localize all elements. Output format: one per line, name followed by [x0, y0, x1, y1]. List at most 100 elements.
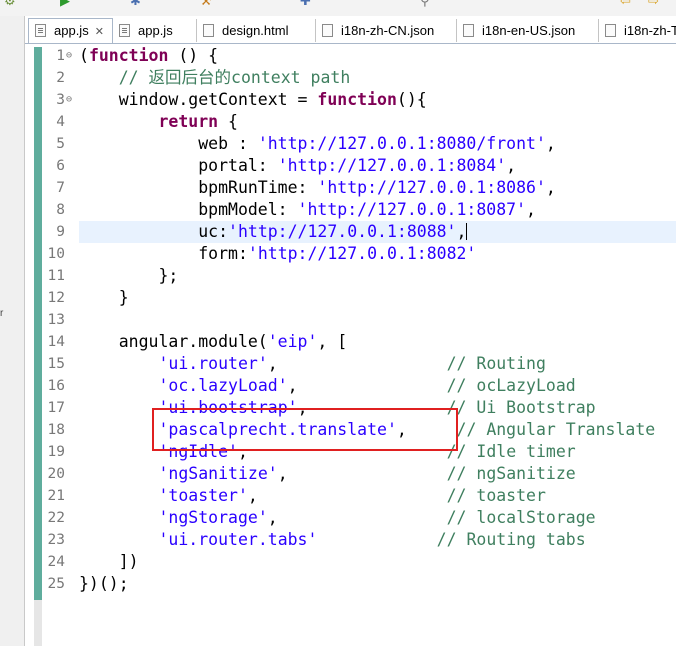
code-line[interactable]: 'ngSanitize', // ngSanitize [79, 463, 676, 485]
string-token: 'http://127.0.0.1:8086' [317, 178, 546, 197]
tab-label: app.js [138, 23, 173, 38]
code-line[interactable]: uc:'http://127.0.0.1:8088', [79, 221, 676, 243]
code-line[interactable]: 'toaster', // toaster [79, 485, 676, 507]
new-icon[interactable]: ✚ [300, 0, 311, 10]
keyword-token: function [317, 90, 397, 109]
code-line[interactable]: 'ngStorage', // localStorage [79, 507, 676, 529]
code-token: , [287, 376, 447, 395]
line-number: 14 [47, 334, 65, 350]
line-number: 19 [47, 444, 65, 460]
code-line[interactable] [79, 309, 676, 331]
code-line[interactable]: form:'http://127.0.0.1:8082' [79, 243, 676, 265]
code-editor[interactable]: 1 ⊖ (function () {2 // 返回后台的context path 3 ⊖… [25, 44, 676, 646]
keyword-token: function [88, 46, 169, 65]
string-token: 'http://127.0.0.1:8088' [228, 222, 457, 241]
string-token: 'ngStorage' [158, 508, 268, 527]
code-line[interactable]: } [79, 287, 676, 309]
code-token: (){ [396, 90, 427, 109]
code-token: , [545, 134, 556, 153]
text-cursor [466, 223, 468, 240]
editor-tab[interactable]: app.js ✕ [28, 18, 113, 43]
code-line[interactable]: return { [79, 111, 676, 133]
change-indicator-bar [34, 47, 42, 600]
line-number: 5 [56, 136, 65, 152]
code-line[interactable]: })(); [79, 573, 676, 595]
line-number: 21 [47, 488, 65, 504]
code-token: uc: [79, 222, 229, 241]
debug-icon[interactable]: ✱ [130, 0, 141, 10]
build-icon[interactable]: ⚙ [4, 0, 16, 10]
string-token: 'http://127.0.0.1:8080/front' [257, 134, 546, 153]
string-token: 'toaster' [158, 486, 248, 505]
string-token: 'eip' [267, 332, 318, 351]
comment-token: // Ui Bootstrap [446, 398, 596, 417]
comment-token: // localStorage [446, 508, 596, 527]
keyword-token: return [158, 112, 219, 131]
code-line[interactable]: 'pascalprecht.translate', // Angular Tra… [79, 419, 676, 441]
close-icon[interactable]: ✕ [95, 26, 104, 38]
fold-toggle-icon[interactable]: ⊖ [66, 89, 76, 111]
comment-token: // toaster [446, 486, 546, 505]
main-toolbar: ⚙ ▶ ✱ ⚒ ✚ ⚲ ⇦ ⇨ [0, 0, 676, 16]
code-token: ]) [79, 552, 139, 571]
navigate-back-icon[interactable]: ⇦ [620, 0, 631, 10]
search-icon[interactable]: ⚲ [420, 0, 430, 10]
code-line[interactable]: ]) [79, 551, 676, 573]
code-line[interactable]: 'ui.router', // Routing [79, 353, 676, 375]
line-number: 16 [47, 378, 65, 394]
line-number: 18 [47, 422, 65, 438]
line-number: 10 [47, 246, 65, 262]
string-token: 'ngIdle' [158, 442, 238, 461]
string-token: 'http://127.0.0.1:8084' [277, 156, 507, 175]
line-number: 2 [56, 70, 65, 86]
editor-tab[interactable]: i18n-zh-CN.json [316, 19, 457, 42]
code-line[interactable]: 'ngIdle', // Idle timer [79, 441, 676, 463]
code-line[interactable]: (function () { [79, 45, 676, 67]
editor-tab[interactable]: app.js [113, 19, 197, 42]
navigate-forward-icon[interactable]: ⇨ [648, 0, 659, 10]
file-icon [463, 24, 474, 37]
editor-tab[interactable]: design.html [197, 19, 316, 42]
code-line[interactable]: // 返回后台的context path [79, 67, 676, 89]
code-line[interactable]: web : 'http://127.0.0.1:8080/front', [79, 133, 676, 155]
code-token: } [79, 288, 129, 307]
code-token: bpmRunTime: [79, 178, 318, 197]
line-number: 13 [47, 312, 65, 328]
code-line[interactable]: bpmModel: 'http://127.0.0.1:8087', [79, 199, 676, 221]
code-line[interactable]: 'ui.router.tabs' // Routing tabs [79, 529, 676, 551]
tab-label: i18n-zh-CN.json [341, 23, 435, 38]
code-token: , [545, 178, 556, 197]
fold-toggle-icon[interactable]: ⊖ [66, 45, 76, 67]
string-token: 'ngSanitize' [158, 464, 278, 483]
string-token: 'http://127.0.0.1:8087' [297, 200, 527, 219]
code-line[interactable]: 'oc.lazyLoad', // ocLazyLoad [79, 375, 676, 397]
string-token: 'ui.router' [158, 354, 268, 373]
code-line[interactable]: window.getContext = function(){ [79, 89, 676, 111]
code-line[interactable]: portal: 'http://127.0.0.1:8084', [79, 155, 676, 177]
code-line[interactable]: angular.module('eip', [ [79, 331, 676, 353]
editor-tab[interactable]: i18n-en-US.json [457, 19, 599, 42]
code-token: bpmModel: [79, 200, 298, 219]
comment-token: // Routing [446, 354, 546, 373]
editor-tab-bar: app.js ✕ app.js design.html i18n-zh-CN.json i… [25, 16, 676, 44]
external-tools-icon[interactable]: ⚒ [200, 0, 212, 10]
comment-token: // ocLazyLoad [446, 376, 576, 395]
comment-token: // Angular Translate [456, 420, 656, 439]
left-panel-fragment: r [0, 308, 4, 319]
line-number: 22 [47, 510, 65, 526]
code-token: , [526, 200, 536, 219]
run-icon[interactable]: ▶ [60, 0, 70, 10]
code-line[interactable]: }; [79, 265, 676, 287]
line-number: 4 [56, 114, 65, 130]
code-line[interactable]: bpmRunTime: 'http://127.0.0.1:8086', [79, 177, 676, 199]
code-line[interactable]: 'ui.bootstrap', // Ui Bootstrap [79, 397, 676, 419]
line-number: 24 [47, 554, 65, 570]
editor-tab[interactable]: i18n-zh-T [599, 19, 676, 42]
comment-token: // 返回后台的context path [118, 68, 351, 87]
